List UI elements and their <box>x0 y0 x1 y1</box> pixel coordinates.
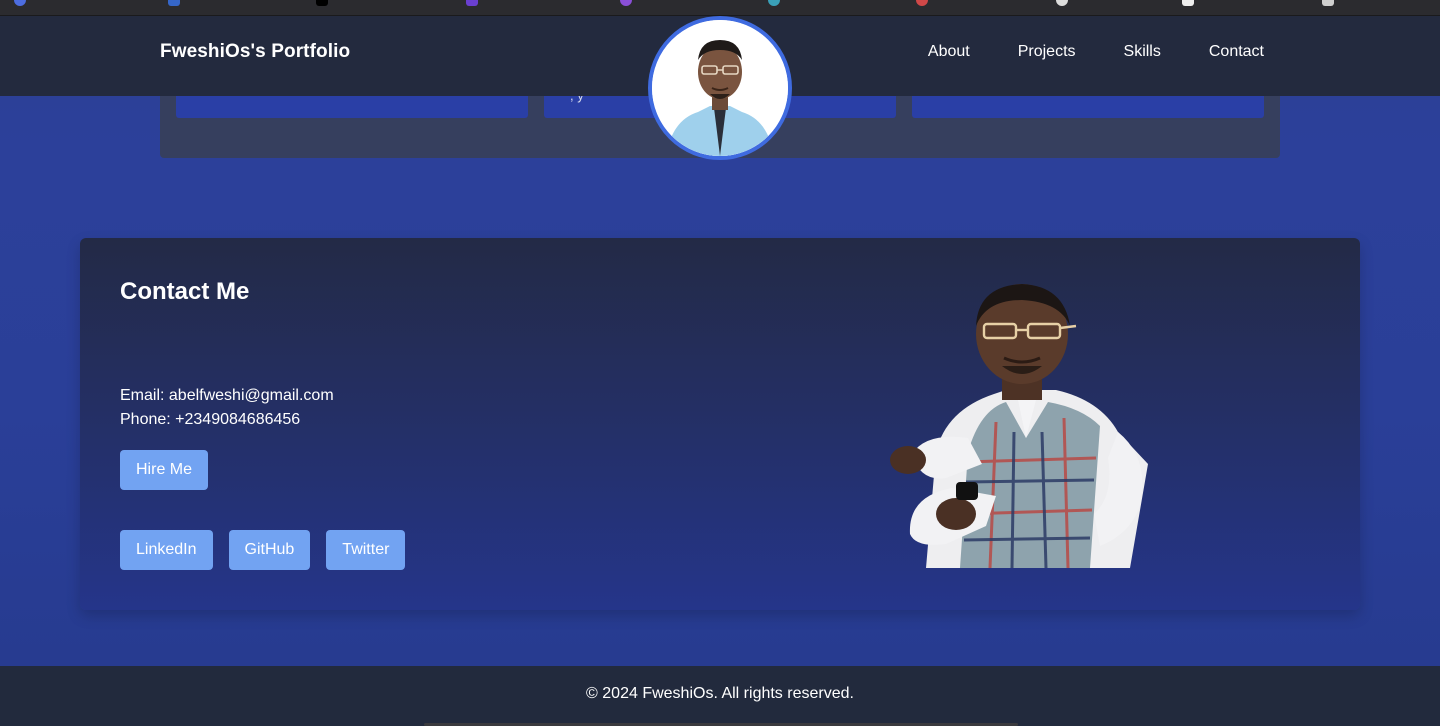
contact-portrait-image <box>890 284 1148 568</box>
bookmark-favicon[interactable] <box>916 0 928 6</box>
github-button[interactable]: GitHub <box>228 530 311 570</box>
linkedin-button[interactable]: LinkedIn <box>120 530 213 570</box>
bookmark-favicon[interactable] <box>1182 0 1194 6</box>
nav-links: About Projects Skills Contact <box>928 43 1264 61</box>
bookmark-favicon[interactable] <box>316 0 328 6</box>
page: , y FweshiOs's Portfolio About Projects … <box>0 16 1440 726</box>
nav-link-about[interactable]: About <box>928 43 970 61</box>
bookmark-favicon[interactable] <box>466 0 478 6</box>
contact-details: Email: abelfweshi@gmail.com Phone: +2349… <box>120 384 334 432</box>
nav-link-contact[interactable]: Contact <box>1209 43 1264 61</box>
profile-avatar <box>648 16 792 160</box>
site-footer: © 2024 FweshiOs. All rights reserved. <box>0 666 1440 726</box>
nav-link-projects[interactable]: Projects <box>1018 43 1076 61</box>
twitter-button[interactable]: Twitter <box>326 530 406 570</box>
site-brand[interactable]: FweshiOs's Portfolio <box>160 41 350 63</box>
contact-title: Contact Me <box>120 278 250 305</box>
bookmark-favicon[interactable] <box>14 0 26 6</box>
bookmark-favicon[interactable] <box>1056 0 1068 6</box>
bookmark-favicon[interactable] <box>768 0 780 6</box>
footer-copyright: © 2024 FweshiOs. All rights reserved. <box>586 685 854 702</box>
browser-bookmarks-bar <box>0 0 1440 16</box>
bookmark-favicon[interactable] <box>1322 0 1334 6</box>
social-links: LinkedIn GitHub Twitter <box>120 530 406 570</box>
nav-link-skills[interactable]: Skills <box>1124 43 1161 61</box>
contact-email: Email: abelfweshi@gmail.com <box>120 387 334 404</box>
bookmark-favicon[interactable] <box>168 0 180 6</box>
contact-section: Contact Me Email: abelfweshi@gmail.com P… <box>80 238 1360 610</box>
bookmark-favicon[interactable] <box>620 0 632 6</box>
hire-me-button[interactable]: Hire Me <box>120 450 209 490</box>
contact-phone: Phone: +2349084686456 <box>120 411 301 428</box>
avatar-illustration <box>652 20 788 156</box>
